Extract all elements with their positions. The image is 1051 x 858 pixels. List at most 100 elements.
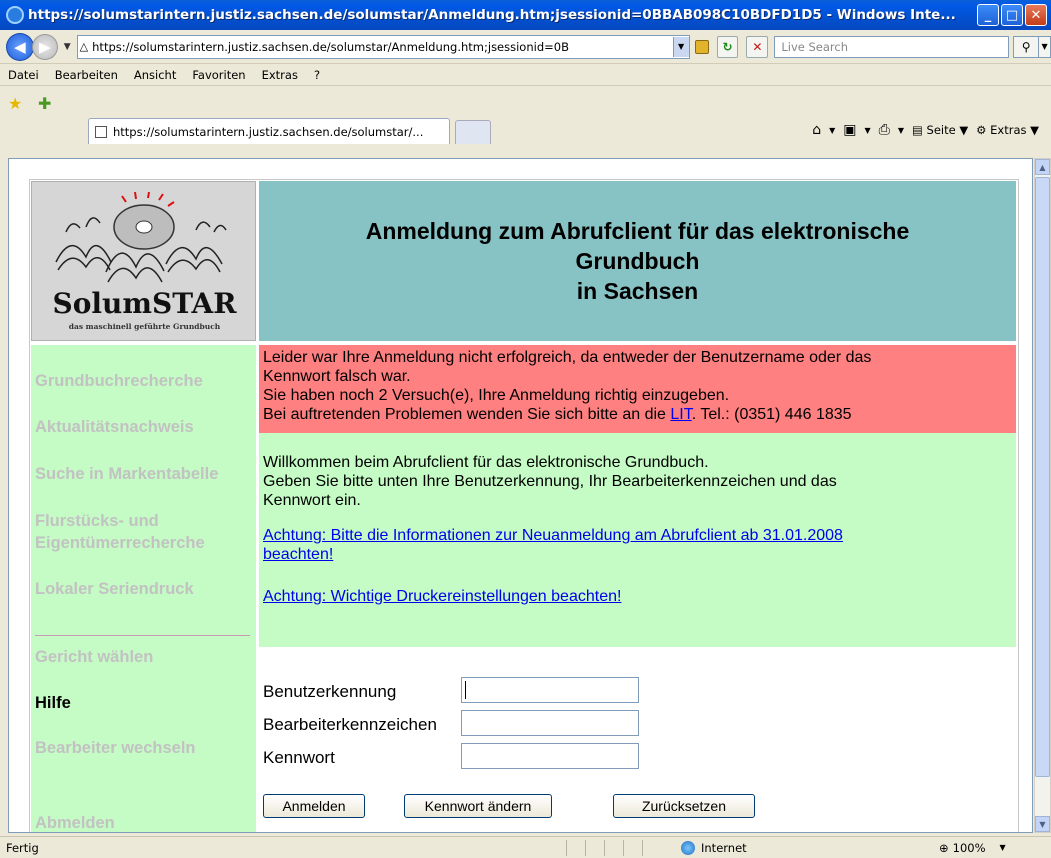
- vertical-scrollbar[interactable]: ▲ ▼: [1034, 158, 1051, 833]
- menu-ansicht[interactable]: Ansicht: [134, 68, 176, 82]
- page-warning-icon: △: [79, 40, 89, 53]
- editor-label: Bearbeiterkennzeichen: [263, 715, 437, 734]
- sidebar-item-grundbuchrecherche[interactable]: Grundbuchrecherche: [35, 371, 203, 392]
- gear-icon: ⚙: [976, 123, 987, 137]
- new-tab-button[interactable]: [455, 120, 491, 144]
- minimize-button[interactable]: _: [977, 4, 999, 26]
- menu-bearbeiten[interactable]: Bearbeiten: [55, 68, 118, 82]
- instruction-line: Kennwort ein.: [263, 492, 361, 509]
- error-line: Kennwort falsch war.: [263, 368, 411, 385]
- address-toolbar: ◀ ▶ ▼ △ https://solumstarintern.justiz.s…: [0, 30, 1051, 64]
- printer-settings-link[interactable]: Achtung: Wichtige Druckereinstellungen b…: [263, 588, 621, 605]
- window-title-bar: https://solumstarintern.justiz.sachsen.d…: [0, 0, 1051, 30]
- instruction-line: Geben Sie bitte unten Ihre Benutzerkennu…: [263, 473, 837, 490]
- address-url[interactable]: https://solumstarintern.justiz.sachsen.d…: [92, 40, 672, 54]
- reset-button[interactable]: Zurücksetzen: [613, 794, 755, 818]
- scroll-down-icon[interactable]: ▼: [1035, 816, 1050, 832]
- username-field[interactable]: [461, 677, 639, 703]
- command-bar: ⌂ ▼ ▣ ▼ ⎙ ▼ ▤ Seite ▼ ⚙ Extras ▼: [812, 122, 1039, 138]
- menu-bar: Datei Bearbeiten Ansicht Favoriten Extra…: [0, 64, 1051, 86]
- page-title-line2: Grundbuch: [575, 248, 700, 274]
- history-dropdown-icon[interactable]: ▼: [64, 42, 71, 52]
- login-form: Benutzerkennung Bearbeiterkennzeichen Ke…: [259, 654, 1016, 832]
- refresh-button[interactable]: ↻: [716, 35, 739, 58]
- print-icon[interactable]: ⎙: [879, 122, 890, 138]
- menu-help[interactable]: ?: [314, 68, 320, 82]
- home-icon[interactable]: ⌂: [812, 122, 821, 138]
- sidebar-item-gericht[interactable]: Gericht wählen: [35, 647, 153, 668]
- address-dropdown-icon[interactable]: ▼: [672, 36, 689, 57]
- error-message: Leider war Ihre Anmeldung nicht erfolgre…: [259, 345, 1016, 433]
- scroll-up-icon[interactable]: ▲: [1035, 159, 1050, 175]
- sidebar-item-seriendruck[interactable]: Lokaler Seriendruck: [35, 579, 194, 600]
- globe-icon: [681, 840, 695, 855]
- search-dropdown-icon[interactable]: ▼: [1039, 35, 1051, 58]
- zoom-icon: ⊕: [939, 840, 949, 855]
- sidebar-item-markentabelle[interactable]: Suche in Markentabelle: [35, 464, 218, 485]
- close-button[interactable]: ✕: [1025, 4, 1047, 26]
- sidebar-item-aktualitaetsnachweis[interactable]: Aktualitätsnachweis: [35, 417, 194, 438]
- zoom-control[interactable]: ⊕ 100% ▼: [939, 841, 1006, 855]
- tab-active[interactable]: https://solumstarintern.justiz.sachsen.d…: [88, 118, 450, 144]
- tools-menu[interactable]: ⚙ Extras ▼: [976, 123, 1039, 137]
- window-controls: _ □ ✕: [977, 4, 1047, 26]
- sidebar-nav: Grundbuchrecherche Aktualitätsnachweis S…: [31, 345, 256, 832]
- text-caret: [465, 681, 466, 699]
- logo-panel: SolumSTAR das maschinell geführte Grundb…: [31, 181, 256, 341]
- forward-button[interactable]: ▶: [31, 33, 58, 60]
- feeds-icon[interactable]: ▣: [843, 122, 856, 138]
- lit-link[interactable]: LIT: [670, 406, 691, 423]
- maximize-button[interactable]: □: [1001, 4, 1023, 26]
- stop-button[interactable]: ✕: [746, 35, 769, 58]
- address-input[interactable]: △ https://solumstarintern.justiz.sachsen…: [76, 34, 690, 59]
- zoom-dropdown-icon[interactable]: ▼: [1000, 843, 1006, 852]
- page-title-line3: in Sachsen: [576, 278, 699, 304]
- password-field[interactable]: [461, 743, 639, 769]
- tab-page-icon: [95, 125, 107, 138]
- menu-datei[interactable]: Datei: [8, 68, 39, 82]
- ie-app-icon: [6, 6, 24, 24]
- welcome-line: Willkommen beim Abrufclient für das elek…: [263, 454, 709, 471]
- status-bar: Fertig Internet ⊕ 100% ▼: [0, 836, 1051, 858]
- tab-label: https://solumstarintern.justiz.sachsen.d…: [113, 124, 424, 139]
- neuanmeldung-link-cont[interactable]: beachten!: [263, 546, 333, 563]
- menu-extras[interactable]: Extras: [262, 68, 298, 82]
- sidebar-item-abmelden[interactable]: Abmelden: [35, 813, 115, 832]
- login-button[interactable]: Anmelden: [263, 794, 365, 818]
- scroll-thumb[interactable]: [1035, 177, 1050, 777]
- editor-code-field[interactable]: [461, 710, 639, 736]
- solumstar-logo: [55, 192, 227, 283]
- page-menu[interactable]: ▤ Seite ▼: [912, 123, 968, 137]
- tab-toolbar: ★ ✚ https://solumstarintern.justiz.sachs…: [0, 86, 1051, 152]
- user-label: Benutzerkennung: [263, 682, 397, 701]
- back-button[interactable]: ◀: [6, 32, 34, 61]
- browser-viewport: SolumSTAR das maschinell geführte Grundb…: [8, 158, 1033, 833]
- sidebar-item-hilfe[interactable]: Hilfe: [35, 693, 71, 714]
- favorites-star-icon[interactable]: ★: [8, 94, 22, 113]
- password-label: Kennwort: [263, 748, 335, 767]
- status-text: Fertig: [6, 840, 39, 855]
- neuanmeldung-link[interactable]: Achtung: Bitte die Informationen zur Neu…: [263, 527, 843, 544]
- sidebar-divider: [35, 635, 250, 636]
- lock-icon[interactable]: [694, 39, 709, 54]
- logo-subtitle: das maschinell geführte Grundbuch: [68, 322, 221, 331]
- add-favorite-icon[interactable]: ✚: [38, 94, 51, 113]
- search-icon[interactable]: ⚲: [1013, 35, 1040, 58]
- error-line: Leider war Ihre Anmeldung nicht erfolgre…: [263, 349, 872, 366]
- logo-title: SolumSTAR: [52, 287, 237, 320]
- zoom-level: 100%: [952, 840, 986, 855]
- welcome-message: Willkommen beim Abrufclient für das elek…: [259, 433, 1016, 647]
- error-line: Sie haben noch 2 Versuch(e), Ihre Anmeld…: [263, 387, 730, 404]
- sidebar-item-flurstuecks[interactable]: Flurstücks- und: [35, 511, 159, 532]
- zone-label: Internet: [701, 840, 747, 855]
- search-input[interactable]: Live Search: [774, 35, 1010, 58]
- window-title: https://solumstarintern.justiz.sachsen.d…: [28, 7, 956, 23]
- change-password-button[interactable]: Kennwort ändern: [404, 794, 552, 818]
- sidebar-item-eigentuemer[interactable]: Eigentümerrecherche: [35, 533, 205, 554]
- security-zone[interactable]: Internet: [681, 840, 931, 855]
- page-header: Anmeldung zum Abrufclient für das elektr…: [259, 181, 1016, 341]
- page-title-line1: Anmeldung zum Abrufclient für das elektr…: [365, 218, 910, 244]
- sidebar-item-bearbeiter-wechseln[interactable]: Bearbeiter wechseln: [35, 738, 196, 759]
- page-icon: ▤: [911, 123, 923, 137]
- menu-favoriten[interactable]: Favoriten: [192, 68, 245, 82]
